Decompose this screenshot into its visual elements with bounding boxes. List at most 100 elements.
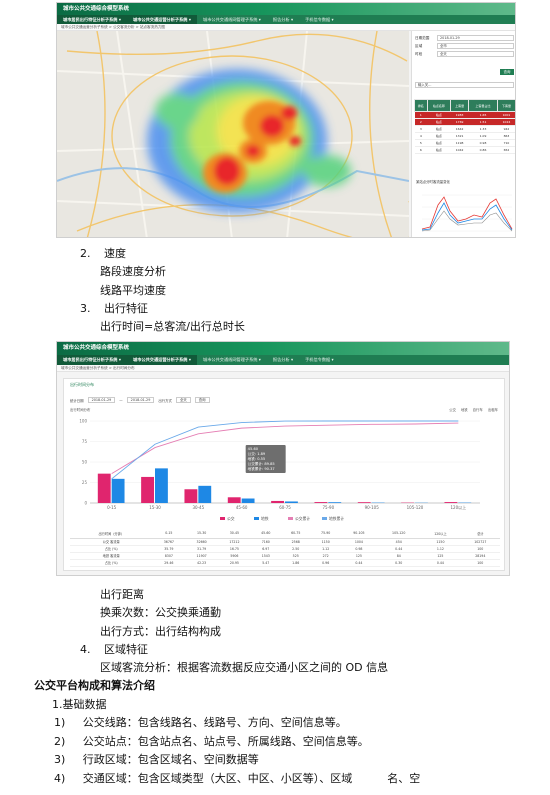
table-cell: 8307 (152, 552, 186, 560)
table-cell: 1001 (497, 111, 515, 119)
table-cell: 2.50 (280, 545, 311, 553)
filter-date-from[interactable]: 2018-01-29 (87, 397, 116, 403)
filter-type-select[interactable]: 全天 (175, 397, 191, 403)
x-tick-label: 45-60 (236, 505, 248, 510)
query-panel: 日期范围 2018-01-29 区域 全市 时段 全天 查询 输入关... 排名… (411, 31, 515, 237)
table-cell: 11907 (185, 552, 219, 560)
x-tick-label: 120以上 (451, 504, 467, 510)
table-cell: 42.23 (185, 559, 219, 567)
x-tick-label: 0-15 (107, 505, 117, 510)
nav-tab-network[interactable]: 城市公共交通线网管理子系统 ▾ (197, 15, 267, 24)
tooltip-line: 地铁累计: 90.37 (248, 466, 275, 471)
tooltip-line: 地铁: 0.55 (248, 456, 266, 461)
table-cell: 0.44 (340, 559, 378, 567)
y-tick-label: 50 (82, 460, 88, 465)
breadcrumb: 城市公共交通运营分析子系统 > 出行时间分布 (57, 365, 509, 372)
mini-chart-title: 某站点分时客流量变化 (416, 180, 450, 184)
nav-tab-resident[interactable]: 城市居民出行特征分析子系统 ▾ (57, 15, 127, 24)
table-cell: 125 (340, 552, 378, 560)
item-number: 4) (54, 772, 66, 785)
item-mode: 出行方式：出行结构构成 (100, 625, 221, 638)
table-header: 上客量占比 (468, 99, 498, 112)
search-input[interactable]: 输入关... (415, 82, 514, 88)
heatmap-map[interactable] (57, 31, 409, 237)
nav-tab-network[interactable]: 城市公共交通线网管理子系统 ▾ (197, 355, 267, 365)
date-row: 日期范围 2018-01-29 (412, 34, 515, 42)
nav-tab-resident[interactable]: 城市居民出行特征分析子系统 ▾ (57, 355, 127, 365)
y-tick-label: 0 (84, 501, 87, 506)
table-cell: 125 (420, 552, 461, 560)
table-cell: 1024 (497, 118, 515, 126)
table-cell: 1769 (450, 118, 469, 126)
top-nav: 城市居民出行特征分析子系统 ▾ 城市公共交通运营分析子系统 ▾ 城市公共交通线网… (57, 355, 509, 365)
list-item: 2) 公交站点：包含站点名、站点号、所属线路、空间信息等。 (54, 735, 369, 748)
query-button[interactable]: 查询 (500, 69, 514, 75)
item-text: 行政区域：包含区域名、空间数据等 (82, 753, 259, 766)
time-row: 时段 全天 (412, 50, 515, 58)
table-cell: 1042 (450, 146, 469, 154)
top-nav: 城市居民出行特征分析子系统 ▾ 城市公共交通运营分析子系统 ▾ 城市公共交通线网… (57, 15, 515, 24)
legend-label: 公交累计 (295, 516, 310, 521)
table-cell: 102727 (460, 538, 500, 546)
table-cell: 5.47 (250, 559, 281, 567)
table-row[interactable]: 3 站点 1642 1.33 942 (414, 125, 515, 133)
nav-tab-report[interactable]: 报告分析 ▾ (267, 355, 299, 365)
table-cell: 1.86 (280, 559, 311, 567)
table-cell: 31.79 (185, 545, 219, 553)
table-header: 75-90 (310, 529, 341, 539)
nav-tab-signal[interactable]: 手机信令数据 ▾ (299, 15, 340, 24)
table-row[interactable]: 4 站点 1321 1.09 863 (414, 132, 515, 140)
nav-tab-signal[interactable]: 手机信令数据 ▾ (299, 355, 340, 365)
list-item: 3) 行政区域：包含区域名、空间数据等 (54, 753, 259, 766)
item-number: 2. (80, 247, 91, 260)
filter-query-button[interactable]: 查询 (194, 397, 210, 403)
table-cell: 652 (497, 146, 515, 154)
tooltip-line: 公交: 1.89 (248, 451, 266, 456)
table-row[interactable]: 1 站点 1983 1.65 1001 (414, 111, 515, 119)
table-cell: 1004 (340, 538, 378, 546)
table-cell: 29.46 (152, 559, 186, 567)
bar (314, 502, 328, 503)
item-travel-distance: 出行距离 (100, 588, 144, 601)
legend-item[interactable]: 地铁 (461, 407, 468, 412)
date-input[interactable]: 2018-01-29 (437, 35, 514, 41)
time-select[interactable]: 全天 (437, 51, 514, 57)
legend-item[interactable]: 自行车 (473, 407, 483, 412)
date-label: 日期范围 (415, 35, 430, 40)
legend-item[interactable]: 出租车 (488, 407, 498, 412)
table-cell: 32660 (185, 538, 219, 546)
table-cell: 1983 (450, 111, 469, 119)
area-label: 区域 (415, 43, 423, 48)
bar (241, 498, 255, 503)
table-header: 30-45 (218, 529, 251, 539)
nav-tab-operation[interactable]: 城市公共交通运营分析子系统 ▾ (127, 15, 197, 24)
app-title: 城市公共交通综合模型系统 (57, 3, 515, 15)
table-header: 总计 (460, 529, 500, 539)
section-title: 公交平台构成和算法介绍 (34, 679, 155, 692)
table-row[interactable]: 2 站点 1769 1.51 1024 (414, 118, 515, 126)
table-cell: 1.33 (468, 125, 498, 133)
table-cell: 28194 (460, 552, 500, 560)
bar (198, 485, 212, 503)
table-row[interactable]: 5 站点 1198 0.98 710 (414, 139, 515, 147)
filter-date-to[interactable]: 2018-01-29 (126, 397, 155, 403)
bar (184, 489, 198, 503)
area-select[interactable]: 全市 (437, 43, 514, 49)
nav-tab-report[interactable]: 报告分析 ▾ (267, 15, 299, 24)
travel-time-chart: 0 25 50 75 100 0-15 15-30 30-45 45-60 60-75 75-90 9… (79, 419, 480, 521)
table-cell: 站点 (427, 132, 451, 140)
table-cell: 1642 (450, 125, 469, 133)
table-cell: 3 (414, 125, 428, 133)
table-cell: 4 (414, 132, 428, 140)
x-tick-label: 30-45 (193, 505, 205, 510)
nav-tab-operation[interactable]: 城市公共交通运营分析子系统 ▾ (127, 355, 197, 365)
travel-time-table: 出行时间（分钟） 0-15 15-30 30-45 45-60 60-75 75-90 90-… (70, 529, 500, 567)
table-cell: 5 (414, 139, 428, 147)
table-row[interactable]: 6 站点 1042 0.86 652 (414, 146, 515, 154)
table-cell: 525 (280, 552, 311, 560)
table-cell: 1150 (420, 538, 461, 546)
legend-item[interactable]: 公交 (449, 407, 456, 412)
table-header-row: 排名 站点名称 上客量 上客量占比 下客量 (414, 99, 515, 112)
legend-swatch (220, 517, 225, 520)
item-number: 1) (54, 716, 66, 729)
